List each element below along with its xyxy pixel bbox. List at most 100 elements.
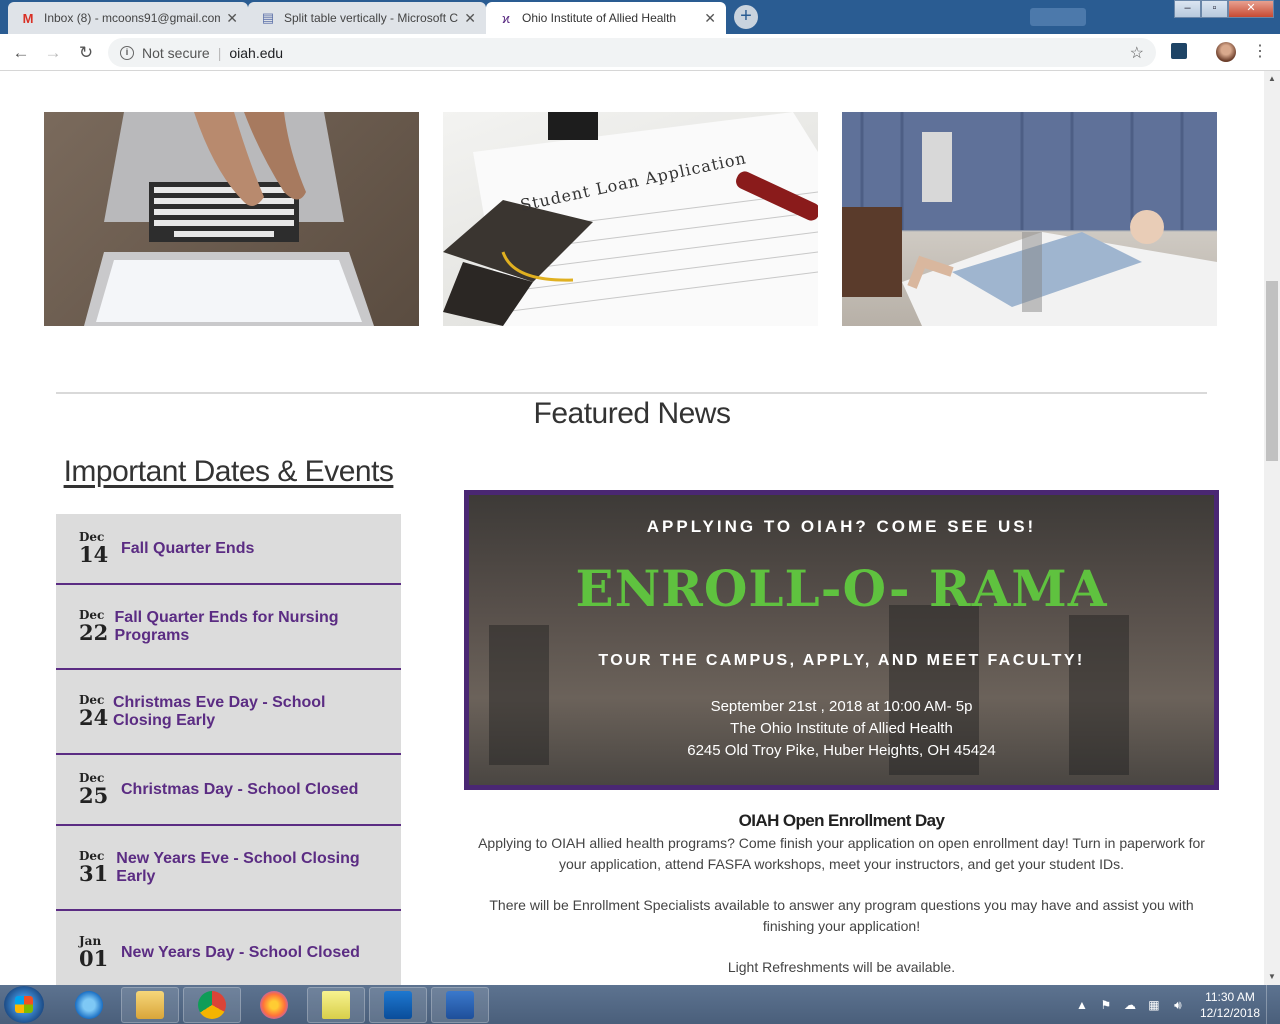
banner-address: 6245 Old Troy Pike, Huber Heights, OH 45…: [687, 742, 996, 759]
news-body: Applying to OIAH allied health programs?…: [464, 833, 1219, 985]
tab-gmail[interactable]: M Inbox (8) - mcoons91@gmail.com ✕: [8, 2, 248, 34]
taskbar-outlook[interactable]: [369, 987, 427, 1023]
system-tray: ▲ ⚑ ☁ ▦ 🔊︎ 11:30 AM 12/12/2018: [1074, 985, 1260, 1024]
student-loan-photo[interactable]: Student Loan Application: [443, 112, 818, 326]
info-icon[interactable]: i: [120, 45, 134, 60]
event-date: Dec 14: [79, 531, 121, 566]
scroll-up-icon[interactable]: ▲: [1264, 71, 1280, 87]
tab-strip: M Inbox (8) - mcoons91@gmail.com ✕ ▤ Spl…: [0, 0, 1280, 34]
user-chip[interactable]: [1030, 8, 1086, 26]
taskbar-sticky-notes[interactable]: [307, 987, 365, 1023]
volume-icon[interactable]: 🔊︎: [1170, 997, 1186, 1013]
internet-explorer-icon: [75, 991, 103, 1019]
banner-details: September 21st , 2018 at 10:00 AM- 5p Th…: [469, 696, 1214, 762]
important-dates-heading[interactable]: Important Dates & Events: [56, 455, 401, 489]
event-title-link[interactable]: New Years Eve - School Closing Early: [116, 850, 401, 886]
reload-icon[interactable]: ↻: [75, 42, 97, 64]
event-title-link[interactable]: New Years Day - School Closed: [121, 944, 390, 962]
show-hidden-icon[interactable]: ▲: [1074, 997, 1090, 1013]
page-icon: ▤: [261, 10, 275, 25]
taskbar-word[interactable]: [431, 987, 489, 1023]
event-day: 31: [79, 861, 109, 886]
event-item[interactable]: Dec 25 Christmas Day - School Closed: [56, 755, 401, 826]
windows-taskbar: ▲ ⚑ ☁ ▦ 🔊︎ 11:30 AM 12/12/2018: [0, 985, 1280, 1024]
forward-arrow-icon[interactable]: →: [42, 42, 64, 64]
url-text[interactable]: oiah.edu: [229, 45, 283, 61]
event-date: Dec 31: [79, 850, 116, 885]
section-divider: [56, 392, 1207, 394]
chrome-icon: [198, 991, 226, 1019]
back-arrow-icon[interactable]: ←: [10, 42, 32, 64]
event-date: Dec 24: [79, 694, 113, 729]
firefox-icon: [260, 991, 288, 1019]
start-button[interactable]: [4, 986, 44, 1023]
page-content: Student Loan Application Featured News I…: [0, 71, 1264, 985]
event-title-link[interactable]: Fall Quarter Ends: [121, 540, 284, 558]
event-day: 25: [79, 783, 109, 808]
address-bar[interactable]: i Not secure | oiah.edu ☆: [108, 38, 1156, 67]
event-item[interactable]: Jan 01 New Years Day - School Closed: [56, 911, 401, 985]
events-list: Dec 14 Fall Quarter Ends Dec 22 Fall Qua…: [56, 514, 401, 985]
event-title-link[interactable]: Christmas Day - School Closed: [121, 781, 388, 799]
banner-headline: ENROLL-O- RAMA: [575, 559, 1108, 618]
divider: |: [217, 44, 222, 61]
folder-icon: [136, 991, 164, 1019]
window-close-button[interactable]: ✕: [1228, 0, 1274, 18]
flag-icon[interactable]: ⚑: [1098, 997, 1114, 1013]
taskbar-chrome[interactable]: [183, 987, 241, 1023]
tab-oiah[interactable]: ϰ Ohio Institute of Allied Health ✕: [486, 2, 726, 34]
tab-title: Inbox (8) - mcoons91@gmail.com: [44, 11, 221, 25]
new-tab-button[interactable]: +: [734, 5, 758, 29]
tab-title: Split table vertically - Microsoft C: [284, 11, 459, 25]
network-icon[interactable]: ▦: [1146, 997, 1162, 1013]
taskbar-ie[interactable]: [60, 987, 118, 1023]
windows-logo-icon: [15, 996, 33, 1013]
event-item[interactable]: Dec 22 Fall Quarter Ends for Nursing Pro…: [56, 585, 401, 670]
featured-news-heading: Featured News: [533, 397, 731, 430]
close-icon[interactable]: ✕: [464, 10, 476, 27]
gmail-icon: M: [22, 10, 34, 26]
page-scrollbar[interactable]: ▲ ▼: [1264, 71, 1280, 985]
clock-date: 12/12/2018: [1199, 1005, 1260, 1020]
extension-icon[interactable]: [1171, 43, 1187, 59]
scroll-down-icon[interactable]: ▼: [1264, 969, 1280, 985]
outlook-icon: [384, 991, 412, 1019]
laptop-photo[interactable]: [44, 112, 419, 326]
window-controls: – ▫ ✕: [1174, 0, 1274, 18]
maximize-button[interactable]: ▫: [1201, 0, 1228, 18]
scrollbar-thumb[interactable]: [1266, 281, 1278, 461]
avatar[interactable]: [1216, 42, 1236, 62]
event-date: Jan 01: [79, 935, 121, 970]
event-day: 01: [79, 946, 109, 971]
menu-dots-icon[interactable]: ⋮: [1252, 42, 1268, 62]
event-date: Dec 25: [79, 772, 121, 807]
close-icon[interactable]: ✕: [226, 10, 238, 27]
taskbar-firefox[interactable]: [245, 987, 303, 1023]
event-item[interactable]: Dec 31 New Years Eve - School Closing Ea…: [56, 826, 401, 911]
event-item[interactable]: Dec 24 Christmas Eve Day - School Closin…: [56, 670, 401, 755]
banner-subline: TOUR THE CAMPUS, APPLY, AND MEET FACULTY…: [598, 652, 1085, 669]
browser-toolbar: ← → ↻ i Not secure | oiah.edu ☆ ⋮: [0, 34, 1280, 71]
simulation-lab-photo[interactable]: [842, 112, 1217, 326]
news-title: OIAH Open Enrollment Day: [738, 811, 945, 830]
banner-date: September 21st , 2018 at 10:00 AM- 5p: [710, 698, 973, 715]
word-icon: [446, 991, 474, 1019]
taskbar-explorer[interactable]: [121, 987, 179, 1023]
event-title-link[interactable]: Fall Quarter Ends for Nursing Programs: [115, 609, 401, 645]
minimize-button[interactable]: –: [1174, 0, 1201, 18]
event-day: 22: [79, 620, 109, 645]
close-icon[interactable]: ✕: [704, 10, 716, 27]
banner-tagline: APPLYING TO OIAH? COME SEE US!: [646, 517, 1037, 536]
event-item[interactable]: Dec 14 Fall Quarter Ends: [56, 514, 401, 585]
event-title-link[interactable]: Christmas Eve Day - School Closing Early: [113, 694, 401, 730]
clock-time: 11:30 AM: [1205, 989, 1255, 1004]
enroll-o-rama-banner[interactable]: APPLYING TO OIAH? COME SEE US! ENROLL-O-…: [464, 490, 1219, 790]
clock[interactable]: 11:30 AM 12/12/2018: [1200, 989, 1260, 1021]
show-desktop-button[interactable]: [1266, 985, 1280, 1024]
bookmark-star-icon[interactable]: ☆: [1130, 43, 1144, 63]
cloud-icon[interactable]: ☁: [1122, 997, 1138, 1013]
tab-microsoft[interactable]: ▤ Split table vertically - Microsoft C ✕: [248, 2, 486, 34]
banner-venue: The Ohio Institute of Allied Health: [730, 720, 953, 737]
news-paragraph: Light Refreshments will be available.: [727, 959, 956, 975]
event-date: Dec 22: [79, 609, 115, 644]
